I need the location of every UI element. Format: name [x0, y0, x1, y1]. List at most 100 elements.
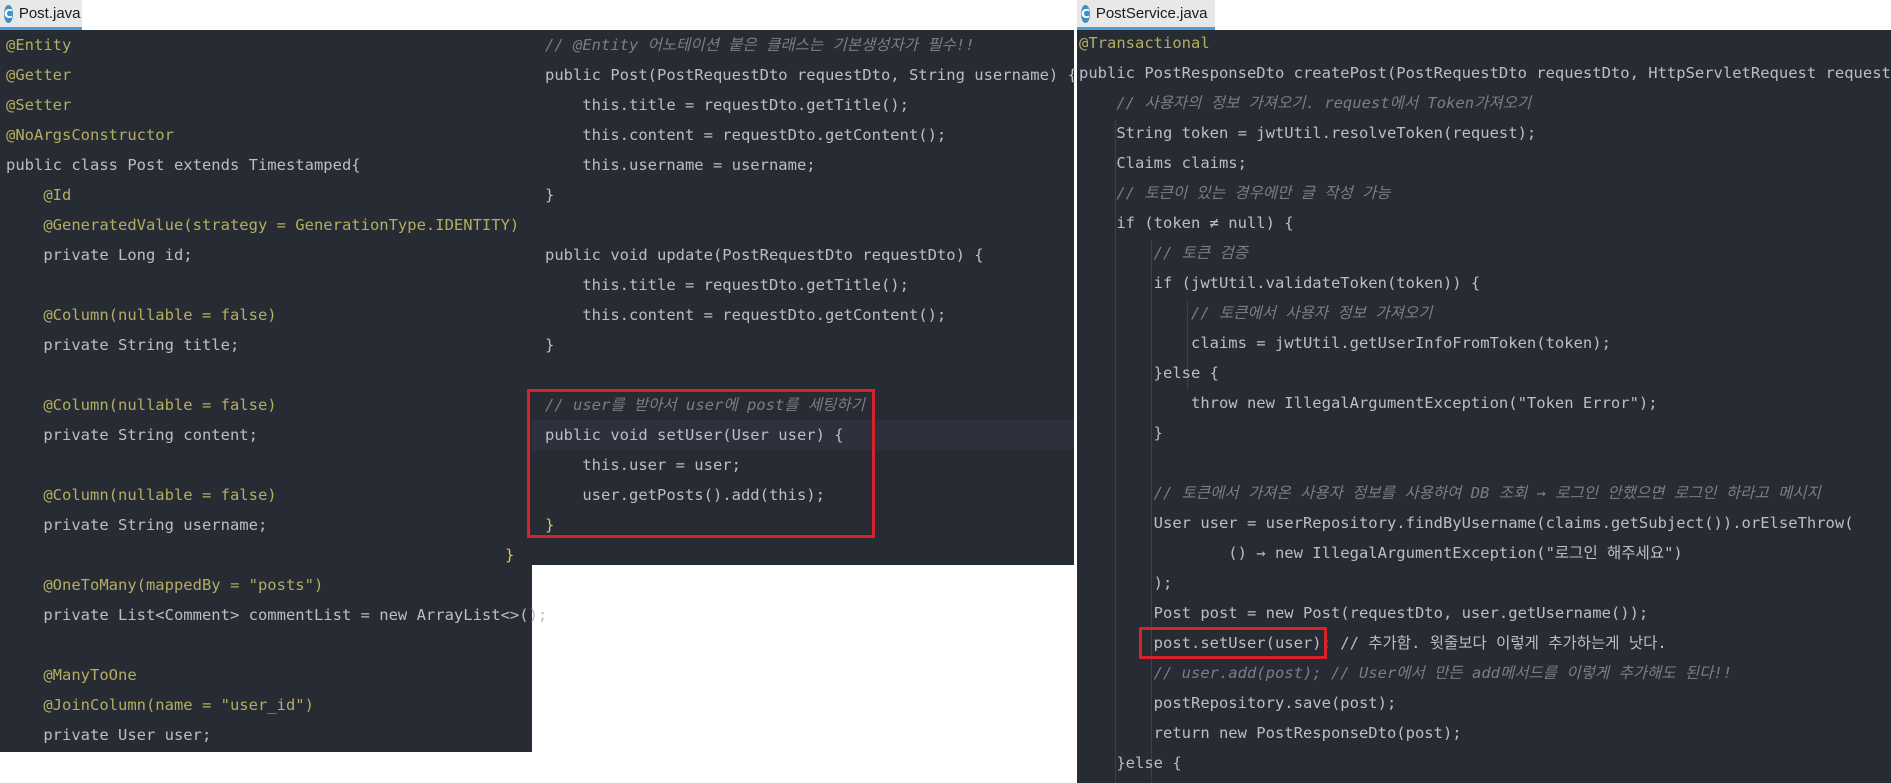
- code-comment: // @Entity 어노테이션 붙은 클래스는 기본생성자가 필수!!: [545, 36, 975, 54]
- code-line: }: [1079, 424, 1163, 442]
- code-line: claims = jwtUtil.getUserInfoFromToken(to…: [1079, 334, 1611, 352]
- code-line: private String content;: [6, 426, 258, 444]
- code-line: String token = jwtUtil.resolveToken(requ…: [1079, 118, 1891, 148]
- code-line: public void update(PostRequestDto reques…: [545, 240, 1074, 270]
- code-line: private Long id;: [6, 240, 532, 270]
- code-line: this.content = requestDto.getContent();: [545, 300, 1074, 330]
- code-line: this.title = requestDto.getTitle();: [545, 90, 1074, 120]
- code-line: @NoArgsConstructor: [6, 120, 532, 150]
- code-line: @ManyToOne: [6, 666, 137, 684]
- code-line: return new PostResponseDto(post);: [1079, 724, 1462, 742]
- code-line: this.title = requestDto.getTitle();: [545, 96, 909, 114]
- code-line: @Column(nullable = false): [6, 396, 277, 414]
- code-line: throw new IllegalArgumentException("Toke…: [1079, 388, 1891, 418]
- code-line: throw new IllegalArgumentException("Toke…: [1079, 394, 1658, 412]
- code-line: @Column(nullable = false): [6, 390, 532, 420]
- code-line: }else {: [1079, 364, 1219, 382]
- code-line: private String content;: [6, 420, 532, 450]
- tab-postservice-java[interactable]: C PostService.java: [1077, 0, 1215, 30]
- code-line: Post post = new Post(requestDto, user.ge…: [1079, 598, 1891, 628]
- code-line: private User user;: [6, 720, 532, 750]
- code-line: User user = userRepository.findByUsernam…: [1079, 514, 1854, 532]
- code-line: @Column(nullable = false): [6, 306, 277, 324]
- code-line: @OneToMany(mappedBy = "posts"): [6, 576, 324, 594]
- code-line: postRepository.save(post);: [1079, 688, 1891, 718]
- code-line: private List<Comment> commentList = new …: [6, 606, 548, 624]
- code-line: claims = jwtUtil.getUserInfoFromToken(to…: [1079, 328, 1891, 358]
- code-line: @Column(nullable = false): [6, 300, 532, 330]
- code-line: // user.add(post); // User에서 만든 add메서드를 …: [1079, 658, 1891, 688]
- code-line: Claims claims;: [1079, 154, 1247, 172]
- code-line: // @Entity 어노테이션 붙은 클래스는 기본생성자가 필수!!: [545, 30, 1074, 60]
- code-line: this.content = requestDto.getContent();: [545, 126, 947, 144]
- code-line: @Id: [6, 186, 72, 204]
- code-line: }: [545, 186, 555, 204]
- code-line: @NoArgsConstructor: [6, 126, 174, 144]
- code-line: // 토큰에서 가져온 사용자 정보를 사용하여 DB 조회 → 로그인 안했으…: [1079, 478, 1891, 508]
- code-line: if (token ≠ null) {: [1079, 208, 1891, 238]
- code-line: postRepository.save(post);: [1079, 694, 1397, 712]
- code-line: if (jwtUtil.validateToken(token)) {: [1079, 274, 1481, 292]
- code-comment: // 토큰 검증: [1079, 244, 1249, 262]
- code-line: @GeneratedValue(strategy = GenerationTyp…: [6, 210, 532, 240]
- code-line: @Entity: [6, 30, 532, 60]
- code-line: @Transactional: [1079, 34, 1210, 52]
- code-comment: // 사용자의 정보 가져오기. request에서 Token가져오기: [1079, 94, 1532, 112]
- code-line: // 토큰에서 사용자 정보 가져오기: [1079, 298, 1891, 328]
- highlight-post-setuser-call: [1139, 627, 1327, 659]
- code-line: @Transactional: [1079, 28, 1891, 58]
- code-line: @Entity: [6, 36, 72, 54]
- post-code-left: @Entity @Getter @Setter @NoArgsConstruct…: [6, 30, 547, 752]
- tab-post-java[interactable]: C Post.java: [0, 0, 82, 30]
- code-line: Claims claims;: [1079, 148, 1891, 178]
- code-line: public void update(PostRequestDto reques…: [545, 246, 984, 264]
- code-line: @JoinColumn(name = "user_id"): [6, 690, 532, 720]
- code-line: public Post(PostRequestDto requestDto, S…: [545, 60, 1077, 90]
- code-line: String token = jwtUtil.resolveToken(requ…: [1079, 124, 1537, 142]
- tab-label: PostService.java: [1095, 5, 1208, 22]
- code-line: }else {: [1079, 754, 1182, 772]
- java-class-icon: C: [1081, 4, 1090, 23]
- code-line: public class Post extends Timestamped{: [6, 150, 532, 180]
- code-line: @Column(nullable = false): [6, 480, 532, 510]
- code-line: this.content = requestDto.getContent();: [545, 306, 947, 324]
- code-line: @ManyToOne: [6, 660, 532, 690]
- code-line: this.username = username;: [545, 156, 816, 174]
- code-line: this.title = requestDto.getTitle();: [545, 270, 1074, 300]
- code-line: @OneToMany(mappedBy = "posts"): [6, 570, 532, 600]
- code-line: );: [1079, 574, 1173, 592]
- code-line: }else {: [1079, 358, 1891, 388]
- code-line: private String username;: [6, 510, 532, 540]
- code-line: if (jwtUtil.validateToken(token)) {: [1079, 268, 1891, 298]
- code-line: public class Post extends Timestamped{: [6, 156, 361, 174]
- code-line: // 토큰 검증: [1079, 238, 1891, 268]
- code-line: }: [505, 546, 515, 564]
- code-line: public PostResponseDto createPost(PostRe…: [1079, 58, 1891, 88]
- code-comment: // 토큰에서 사용자 정보 가져오기: [1079, 304, 1433, 322]
- code-line: if (token ≠ null) {: [1079, 214, 1294, 232]
- java-class-icon: C: [4, 4, 13, 23]
- code-line: return new PostResponseDto(post);: [1079, 718, 1891, 748]
- code-line: @Setter: [6, 96, 72, 114]
- code-line: Post post = new Post(requestDto, user.ge…: [1079, 604, 1649, 622]
- code-line: }: [545, 180, 1074, 210]
- code-line: public PostResponseDto createPost(PostRe…: [1079, 64, 1891, 82]
- code-comment: // 토큰에서 가져온 사용자 정보를 사용하여 DB 조회 → 로그인 안했으…: [1079, 484, 1821, 502]
- highlight-setuser-method: [527, 389, 875, 538]
- code-line: this.username = username;: [545, 150, 1074, 180]
- code-line: () → new IllegalArgumentException("로그인 해…: [1079, 538, 1891, 568]
- code-line: @Getter: [6, 66, 72, 84]
- code-line: public Post(PostRequestDto requestDto, S…: [545, 66, 1077, 84]
- code-line: // 토큰이 있는 경우에만 글 작성 가능: [1079, 178, 1891, 208]
- code-line: }: [545, 330, 1074, 360]
- code-line: private User user;: [6, 726, 212, 744]
- code-line: private String title;: [6, 330, 532, 360]
